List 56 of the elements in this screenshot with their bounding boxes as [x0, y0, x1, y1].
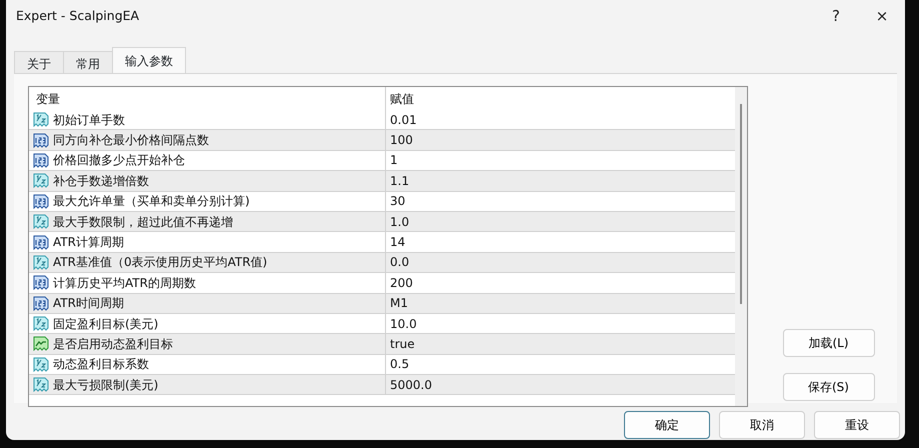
fraction-icon: [33, 316, 49, 332]
parameter-value[interactable]: 200: [386, 274, 735, 292]
integer-icon: [33, 296, 49, 311]
parameter-name: 动态盈利目标系数: [53, 356, 149, 374]
reset-button[interactable]: 重设: [814, 411, 900, 439]
parameter-value[interactable]: 5000.0: [386, 376, 735, 394]
parameter-value[interactable]: 0.5: [386, 355, 735, 374]
tab[interactable]: 输入参数: [112, 47, 186, 73]
parameter-name: 最大允许单量（买单和卖单分别计算): [53, 193, 250, 210]
parameter-name: 是否启用动态盈利目标: [53, 336, 173, 353]
fraction-icon: [33, 356, 49, 372]
parameter-name: ATR基准值（0表示使用历史平均ATR值): [53, 254, 268, 272]
parameter-value[interactable]: true: [386, 334, 735, 353]
parameter-name: 补仓手数递增倍数: [53, 172, 149, 190]
tab[interactable]: 常用: [63, 51, 113, 73]
integer-icon: [33, 132, 49, 148]
integer-icon: [33, 152, 49, 168]
parameter-value[interactable]: 1.0: [386, 212, 735, 231]
save-button[interactable]: 保存(S): [782, 373, 874, 401]
parameter-value[interactable]: 14: [386, 233, 735, 252]
column-header[interactable]: 赋值: [386, 90, 735, 108]
parameter-name: ATR时间周期: [53, 295, 124, 312]
fraction-icon: [33, 173, 49, 188]
fraction-icon: [33, 377, 49, 392]
parameter-value[interactable]: 1: [386, 151, 735, 170]
parameter-value[interactable]: 10.0: [386, 314, 735, 333]
parameter-name: 初始订单手数: [53, 112, 125, 129]
parameter-value[interactable]: 30: [386, 192, 735, 210]
fraction-icon: [33, 214, 49, 230]
parameter-value[interactable]: 1.1: [386, 172, 735, 190]
integer-icon: [33, 275, 49, 290]
parameter-name: 最大亏损限制(美元): [53, 376, 158, 394]
parameter-value[interactable]: 100: [386, 131, 735, 150]
fraction-icon: [33, 254, 49, 270]
parameter-name: ATR计算周期: [53, 234, 124, 252]
cancel-button[interactable]: 取消: [719, 411, 805, 439]
scrollbar[interactable]: [735, 87, 747, 406]
integer-icon: [33, 234, 49, 250]
integer-icon: [33, 194, 49, 209]
parameter-name: 固定盈利目标(美元): [53, 316, 158, 333]
column-header[interactable]: 变量: [36, 90, 60, 108]
parameter-name: 同方向补仓最小价格间隔点数: [53, 132, 209, 150]
parameter-name: 最大手数限制，超过此值不再递增: [53, 214, 233, 231]
help-button[interactable]: ?: [813, 0, 859, 32]
close-button[interactable]: ×: [859, 0, 905, 32]
ok-button[interactable]: 确定: [624, 411, 710, 439]
tab[interactable]: 关于: [14, 51, 64, 73]
parameter-value[interactable]: 0.01: [386, 110, 735, 129]
parameter-name: 计算历史平均ATR的周期数: [53, 274, 196, 292]
parameter-value[interactable]: M1: [386, 294, 735, 312]
parameter-value[interactable]: 0.0: [386, 253, 735, 272]
window-title: Expert - ScalpingEA: [16, 6, 140, 25]
load-button[interactable]: 加载(L): [782, 329, 874, 357]
fraction-icon: [33, 112, 49, 128]
parameter-name: 价格回撤多少点开始补仓: [53, 152, 185, 170]
chart-line-icon: [33, 336, 49, 352]
